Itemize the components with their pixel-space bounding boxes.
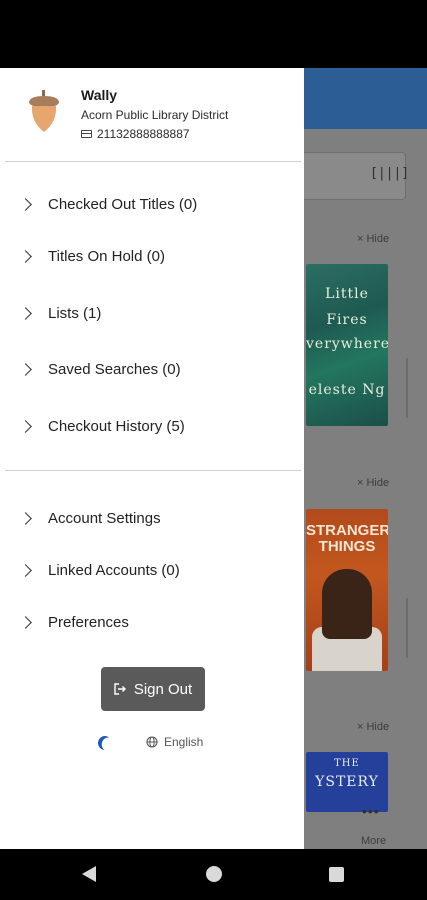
more-dots-icon[interactable]: ••• [362, 803, 380, 819]
cover-text: verywhere [306, 336, 388, 352]
menu-item-label: Linked Accounts (0) [48, 561, 180, 579]
home-icon[interactable] [206, 866, 222, 882]
user-profile: Wally Acorn Public Library District 2113… [0, 68, 304, 161]
more-label[interactable]: More [361, 835, 386, 847]
cover-text: STRANGER [306, 522, 388, 539]
cover-text: THINGS [318, 538, 376, 555]
app-header [300, 68, 427, 129]
language-selector[interactable]: English [146, 735, 203, 749]
library-name: Acorn Public Library District [81, 108, 229, 122]
chevron-right-icon [19, 306, 32, 320]
menu-item-saved-searches[interactable]: Saved Searches (0) [0, 349, 300, 389]
acorn-icon [29, 90, 59, 132]
card-number: 21132888888887 [97, 127, 190, 141]
menu-item-checked-out[interactable]: Checked Out Titles (0) [0, 184, 300, 224]
menu-item-label: Account Settings [48, 509, 161, 527]
menu-item-label: Checkout History (5) [48, 417, 185, 435]
navigation-drawer: Wally Acorn Public Library District 2113… [0, 68, 304, 849]
sign-out-icon [114, 683, 126, 695]
chevron-right-icon [19, 511, 32, 525]
sign-out-button[interactable]: Sign Out [101, 667, 205, 711]
back-icon[interactable] [82, 866, 96, 882]
menu-item-on-hold[interactable]: Titles On Hold (0) [0, 236, 300, 276]
cover-text: eleste Ng [308, 382, 386, 398]
divider [5, 161, 301, 162]
menu-item-label: Saved Searches (0) [48, 360, 181, 378]
chevron-right-icon [19, 615, 32, 629]
book-cover[interactable]: Little Fires verywhere eleste Ng [306, 264, 388, 426]
cover-text: THE [334, 758, 360, 769]
book-cover[interactable]: STRANGER THINGS [306, 509, 388, 671]
hide-button[interactable]: × Hide [357, 721, 389, 733]
screen: [|||] × Hide Little Fires verywhere eles… [0, 0, 427, 900]
language-label: English [164, 735, 204, 749]
menu-item-preferences[interactable]: Preferences [0, 602, 300, 642]
divider [5, 470, 301, 471]
cover-art [322, 569, 372, 639]
chevron-right-icon [19, 419, 32, 433]
menu-item-label: Checked Out Titles (0) [48, 195, 198, 213]
recent-apps-icon[interactable] [329, 867, 344, 882]
menu-item-linked-accounts[interactable]: Linked Accounts (0) [0, 550, 300, 590]
system-nav-bar [0, 849, 427, 900]
credit-card-icon [81, 130, 92, 138]
user-name: Wally [81, 87, 118, 103]
globe-icon [146, 736, 158, 748]
menu-item-label: Lists (1) [48, 304, 102, 322]
menu-item-label: Preferences [48, 613, 129, 631]
menu-item-account-settings[interactable]: Account Settings [0, 498, 300, 538]
cover-text: YSTERY [315, 774, 379, 790]
chevron-right-icon [19, 563, 32, 577]
chevron-right-icon [19, 362, 32, 376]
hide-button[interactable]: × Hide [357, 233, 389, 245]
dark-mode-moon-icon[interactable] [96, 734, 114, 752]
chevron-right-icon [19, 197, 32, 211]
hide-button[interactable]: × Hide [357, 477, 389, 489]
menu-item-checkout-history[interactable]: Checkout History (5) [0, 406, 300, 446]
chevron-right-icon [19, 249, 32, 263]
scroll-divider [406, 358, 408, 418]
cover-text: Little [325, 286, 369, 302]
menu-item-lists[interactable]: Lists (1) [0, 293, 300, 333]
sign-out-label: Sign Out [133, 680, 193, 698]
scroll-divider [406, 598, 408, 658]
library-card: 21132888888887 [81, 127, 190, 141]
menu-item-label: Titles On Hold (0) [48, 247, 165, 265]
barcode-scan-icon[interactable]: [|||] [370, 166, 409, 184]
status-bar [0, 0, 427, 68]
cover-text: Fires [326, 312, 368, 328]
